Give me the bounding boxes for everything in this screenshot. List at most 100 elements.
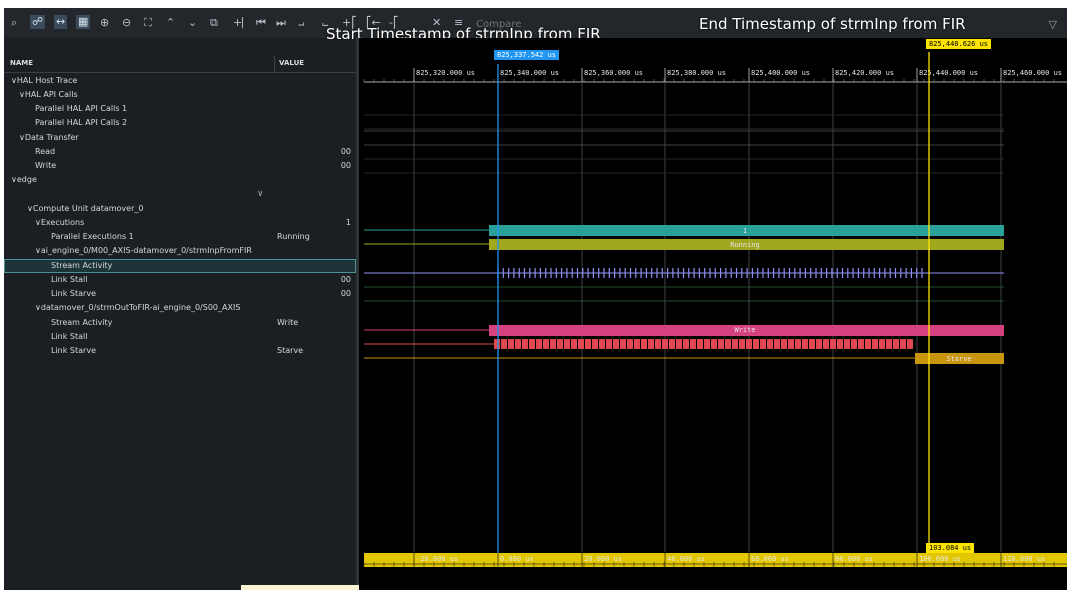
tree-row-label: Stream Activity [51,261,113,270]
tree-row-label: Stream Activity [51,318,113,327]
search-icon[interactable]: ⌕ [11,17,17,29]
tree-row-label: ∨HAL API Calls [19,90,78,99]
tree-row-executions[interactable]: ∨Executions 1 [4,216,356,230]
tree-row-label: ∨Data Transfer [19,133,79,142]
value-column-header[interactable]: VALUE [279,59,304,67]
bottom-tick-label: 20.000 us [584,555,622,563]
stall-segment [536,339,542,349]
stall-segment [886,339,892,349]
stall-segment [655,339,661,349]
prev-icon[interactable]: ⏮ [256,17,266,29]
stall-segment [508,339,514,349]
zoom-in-icon[interactable]: ⊕ [100,17,109,29]
stall-segment [683,339,689,349]
tree-row-label: ∨Executions [35,218,85,227]
start-cursor-label[interactable]: 825,337.542 us [494,50,560,60]
stall-segment [599,339,605,349]
marker-icon[interactable]: ⨼ [298,17,304,29]
end-timestamp-annotation: End Timestamp of strmInp from FIR [699,15,966,33]
header-divider [4,72,356,73]
tree-row-edge[interactable]: ∨edge [4,173,356,187]
tree-row-compute-unit[interactable]: ∨Compute Unit datamover_0 [4,202,356,216]
stall-segment [907,339,913,349]
stall-segment [851,339,857,349]
tree-row-value: 00 [340,161,351,170]
stall-segment [704,339,710,349]
tree-row-strm-out-to-fir[interactable]: ∨datamover_0/strmOutToFIR-ai_engine_0/S0… [4,301,356,315]
tree-row-stream-activity[interactable]: Stream Activity Write [4,316,356,330]
top-tick-label: 825,400.000 us [751,69,810,77]
stall-segment [676,339,682,349]
tree-row-read[interactable]: Read 00 [4,145,356,159]
waveform-timeline[interactable]: 825,320.000 us 825,340.000 us 825,360.000 … [359,38,1067,590]
tree-row-hal-host-trace[interactable]: ∨HAL Host Trace [4,74,356,88]
stall-segment [893,339,899,349]
tree-row-value: Write [277,318,299,327]
copy-icon[interactable]: ⧉ [210,17,218,29]
tree-row-value: 00 [340,147,351,156]
zoom-out-icon[interactable]: ⊖ [122,17,131,29]
stall-segment [711,339,717,349]
tree-row-strm-inp-from-fir[interactable]: ∨ai_engine_0/M00_AXIS-datamover_0/strmIn… [4,244,356,258]
top-tick-label: 825,420.000 us [835,69,894,77]
stall-segment [543,339,549,349]
stall-segment [781,339,787,349]
collapse-all-icon[interactable]: ⌃ [166,17,175,29]
top-tick-label: 825,440.000 us [919,69,978,77]
end-cursor-label[interactable]: 825,440.626 us [926,39,992,49]
tree-row-value: 00 [340,275,351,284]
tree-row-parallel-hal-api-calls-2[interactable]: Parallel HAL API Calls 2 [4,116,356,130]
tree-row-link-starve[interactable]: Link Starve Starve [4,344,356,358]
chevron-down-icon[interactable]: ∨ [257,189,264,199]
stall-segment [900,339,906,349]
stall-segment [613,339,619,349]
graph-icon[interactable]: ☍ [30,15,46,29]
stall-segment [522,339,528,349]
tree-row-write[interactable]: Write 00 [4,159,356,173]
executions-bar-label: 1 [743,227,747,235]
grid-icon[interactable]: ▦ [76,15,91,29]
tree-row-label: Read [35,147,56,156]
tree-row-link-stall[interactable]: Link Stall 00 [4,273,356,287]
stall-segment [802,339,808,349]
tree-row-parallel-executions-1[interactable]: Parallel Executions 1 Running [4,230,356,244]
stall-segment [844,339,850,349]
tree-row-stream-activity-selected[interactable]: Stream Activity [4,259,356,273]
stall-segment [571,339,577,349]
stall-segment [648,339,654,349]
stall-segment [718,339,724,349]
column-divider[interactable] [274,55,275,72]
top-tick-label: 825,380.000 us [667,69,726,77]
tree-row-value: Starve [277,346,304,355]
stall-segment [788,339,794,349]
tree-row-hal-api-calls[interactable]: ∨HAL API Calls [4,88,356,102]
bottom-tick-label: 80.000 us [835,555,873,563]
add-marker-icon[interactable]: +⎸ [233,17,253,29]
stall-segment [697,339,703,349]
stall-segment [564,339,570,349]
top-tick-label: 825,320.000 us [416,69,475,77]
next-icon[interactable]: ⏭ [276,17,286,29]
fit-icon[interactable]: ↔ [54,15,68,29]
filter-icon[interactable]: ▽ [1049,18,1057,31]
zoom-fit-icon[interactable]: ⛶ [144,17,152,29]
expand-all-icon[interactable]: ⌄ [188,17,197,29]
tree-row-value: 00 [340,289,351,298]
bottom-tick-label: 40.000 us [667,555,705,563]
stall-segment [732,339,738,349]
stall-segment [592,339,598,349]
tree-row-link-stall[interactable]: Link Stall [4,330,356,344]
tree-row-value: 1 [345,218,351,227]
bottom-ruler [364,553,1067,567]
bottom-tick-label: 120.000 us [1003,555,1045,563]
stall-segment [669,339,675,349]
tree-row-link-starve[interactable]: Link Starve 00 [4,287,356,301]
tree-row-label: ∨datamover_0/strmOutToFIR-ai_engine_0/S0… [35,303,241,312]
tree-row-parallel-hal-api-calls-1[interactable]: Parallel HAL API Calls 1 [4,102,356,116]
tree-row-label: Parallel HAL API Calls 1 [35,104,128,113]
stall-segment [641,339,647,349]
waveform-canvas[interactable]: 825,320.000 us 825,340.000 us 825,360.000 … [359,38,1067,590]
tree-row-data-transfer[interactable]: ∨Data Transfer [4,131,356,145]
tree-row-label: Parallel Executions 1 [51,232,134,241]
name-column-header[interactable]: NAME [10,59,33,67]
